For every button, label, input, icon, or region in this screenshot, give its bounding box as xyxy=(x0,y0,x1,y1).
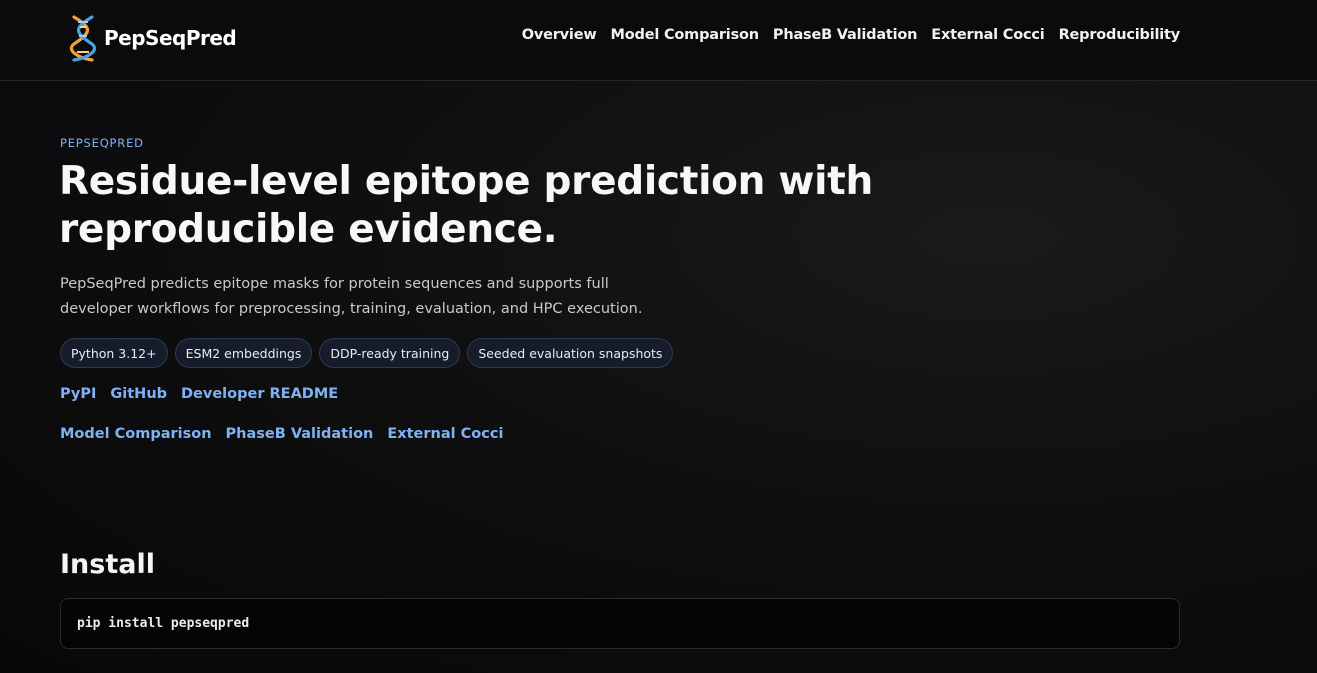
hero-description: PepSeqPred predicts epitope masks for pr… xyxy=(60,276,643,317)
nav-model-comparison[interactable]: Model Comparison xyxy=(611,27,760,43)
install-command: pip install pepseqpred xyxy=(77,616,250,631)
install-title: Install xyxy=(60,549,155,580)
nav-phaseb-validation[interactable]: PhaseB Validation xyxy=(773,27,918,43)
brand-logo-link[interactable]: PepSeqPred xyxy=(68,14,237,62)
badge-python: Python 3.12+ xyxy=(60,338,168,368)
badge-seeded-eval: Seeded evaluation snapshots xyxy=(467,338,674,368)
link-model-comparison[interactable]: Model Comparison xyxy=(60,426,212,442)
brand-name: PepSeqPred xyxy=(104,26,237,50)
link-external-cocci[interactable]: External Cocci xyxy=(387,426,503,442)
badge-ddp: DDP-ready training xyxy=(319,338,461,368)
site-header: PepSeqPred Overview Model Comparison Pha… xyxy=(0,0,1317,81)
install-code-block[interactable]: pip install pepseqpred xyxy=(60,598,1180,649)
link-developer-readme[interactable]: Developer README xyxy=(181,386,338,402)
link-phaseb-validation[interactable]: PhaseB Validation xyxy=(226,426,374,442)
dna-helix-icon xyxy=(69,15,97,62)
page: PepSeqPred Overview Model Comparison Pha… xyxy=(0,0,1317,673)
nav-reproducibility[interactable]: Reproducibility xyxy=(1059,27,1181,43)
nav-external-cocci[interactable]: External Cocci xyxy=(931,27,1044,43)
nav-overview[interactable]: Overview xyxy=(522,27,597,43)
primary-links: PyPI GitHub Developer README xyxy=(60,386,338,402)
secondary-links: Model Comparison PhaseB Validation Exter… xyxy=(60,426,503,442)
hero-eyebrow: PEPSEQPRED xyxy=(60,136,144,150)
top-nav: Overview Model Comparison PhaseB Validat… xyxy=(522,27,1180,43)
link-github[interactable]: GitHub xyxy=(110,386,167,402)
link-pypi[interactable]: PyPI xyxy=(60,386,96,402)
feature-badges: Python 3.12+ ESM2 embeddings DDP-ready t… xyxy=(60,338,674,368)
hero-title: Residue-level epitope prediction with re… xyxy=(59,159,873,252)
badge-esm2: ESM2 embeddings xyxy=(174,338,313,368)
